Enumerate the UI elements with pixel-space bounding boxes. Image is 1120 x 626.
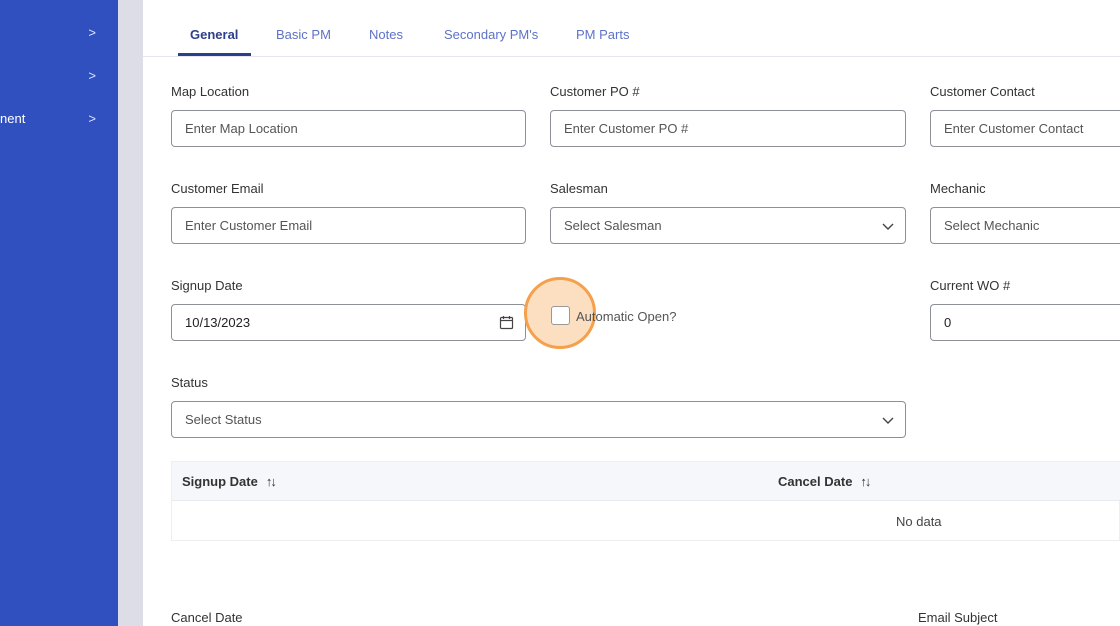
chevron-down-icon <box>882 417 894 424</box>
column-header-cancel-date[interactable]: Cancel Date ↑↓ <box>778 474 871 489</box>
map-location-input[interactable]: Enter Map Location <box>171 110 526 147</box>
customer-po-label: Customer PO # <box>550 84 640 99</box>
automatic-open-checkbox[interactable] <box>551 306 570 325</box>
customer-email-input[interactable]: Enter Customer Email <box>171 207 526 244</box>
map-location-placeholder: Enter Map Location <box>185 121 298 136</box>
active-tab-indicator <box>178 53 251 56</box>
calendar-icon[interactable] <box>499 315 514 330</box>
email-subject-label: Email Subject <box>918 610 998 625</box>
customer-contact-label: Customer Contact <box>930 84 1035 99</box>
chevron-right-icon: > <box>88 24 96 40</box>
status-select[interactable]: Select Status <box>171 401 906 438</box>
column-header-signup-date[interactable]: Signup Date ↑↓ <box>182 474 277 489</box>
customer-contact-placeholder: Enter Customer Contact <box>944 121 1084 136</box>
sidebar: > > nent > <box>0 0 118 626</box>
current-wo-input[interactable]: 0 <box>930 304 1120 341</box>
tab-bar: General Basic PM Notes Secondary PM's PM… <box>143 0 1120 57</box>
column-header-label: Signup Date <box>182 474 258 489</box>
table-header: Signup Date ↑↓ Cancel Date ↑↓ <box>172 462 1120 501</box>
current-wo-label: Current WO # <box>930 278 1011 293</box>
column-header-label: Cancel Date <box>778 474 853 489</box>
tab-basic-pm[interactable]: Basic PM <box>276 27 331 42</box>
signup-date-label: Signup Date <box>171 278 243 293</box>
current-wo-value: 0 <box>944 315 952 330</box>
map-location-label: Map Location <box>171 84 250 99</box>
sidebar-item-3[interactable]: nent > <box>0 103 118 133</box>
tab-general[interactable]: General <box>190 27 238 42</box>
customer-po-input[interactable]: Enter Customer PO # <box>550 110 906 147</box>
chevron-right-icon: > <box>88 110 96 126</box>
automatic-open-label: Automatic Open? <box>576 309 677 324</box>
mechanic-select[interactable]: Select Mechanic <box>930 207 1120 244</box>
customer-po-placeholder: Enter Customer PO # <box>564 121 689 136</box>
status-label: Status <box>171 375 208 390</box>
customer-email-placeholder: Enter Customer Email <box>185 218 313 233</box>
status-placeholder: Select Status <box>185 412 262 427</box>
tab-secondary-pms[interactable]: Secondary PM's <box>444 27 538 42</box>
sidebar-item-2[interactable]: > <box>0 60 118 90</box>
sort-icon[interactable]: ↑↓ <box>860 474 871 489</box>
customer-email-label: Customer Email <box>171 181 264 196</box>
date-history-table: Signup Date ↑↓ Cancel Date ↑↓ No data <box>171 461 1120 541</box>
empty-state-text: No data <box>896 514 942 529</box>
mechanic-label: Mechanic <box>930 181 986 196</box>
mechanic-placeholder: Select Mechanic <box>944 218 1040 233</box>
page-gutter <box>118 0 143 626</box>
tab-pm-parts[interactable]: PM Parts <box>576 27 629 42</box>
salesman-placeholder: Select Salesman <box>564 218 662 233</box>
signup-date-input[interactable]: 10/13/2023 <box>171 304 526 341</box>
customer-contact-input[interactable]: Enter Customer Contact <box>930 110 1120 147</box>
sidebar-item-label: nent <box>0 110 26 126</box>
salesman-select[interactable]: Select Salesman <box>550 207 906 244</box>
chevron-down-icon <box>882 223 894 230</box>
main-content: General Basic PM Notes Secondary PM's PM… <box>143 0 1120 626</box>
cancel-date-label: Cancel Date <box>171 610 243 625</box>
chevron-right-icon: > <box>88 67 96 83</box>
tab-notes[interactable]: Notes <box>369 27 403 42</box>
sidebar-item-1[interactable]: > <box>0 17 118 47</box>
salesman-label: Salesman <box>550 181 608 196</box>
signup-date-value: 10/13/2023 <box>185 315 251 330</box>
sort-icon[interactable]: ↑↓ <box>266 474 277 489</box>
